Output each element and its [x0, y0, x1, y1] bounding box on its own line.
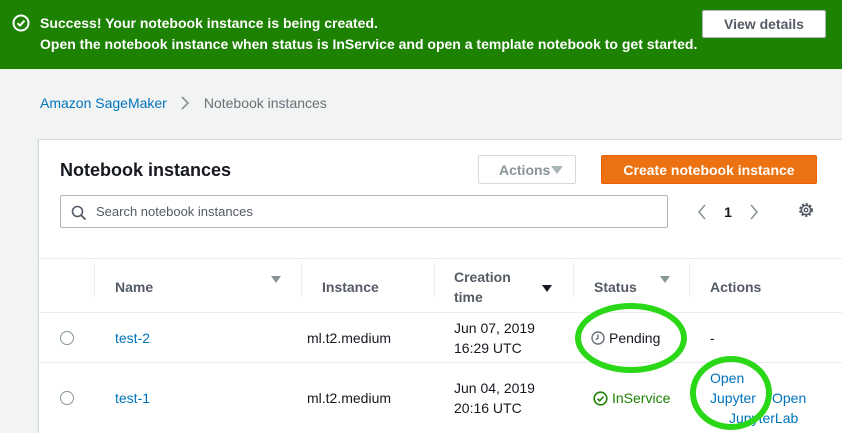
status-badge: Pending [591, 328, 660, 348]
breadcrumb-current: Notebook instances [203, 95, 327, 111]
gear-icon[interactable] [797, 201, 815, 219]
instance-name-link[interactable]: test-2 [115, 328, 150, 348]
open-jupyterlab-link-line2[interactable]: JupyterLab [729, 408, 798, 428]
instance-name-link[interactable]: test-1 [115, 388, 150, 408]
creation-date: Jun 04, 2019 [454, 380, 535, 396]
pagination: 1 [693, 198, 773, 226]
previous-page-icon[interactable] [693, 203, 711, 221]
view-details-button[interactable]: View details [702, 10, 826, 38]
search-box [60, 195, 668, 228]
breadcrumb: Amazon SageMaker Notebook instances [40, 95, 327, 111]
instance-type: ml.t2.medium [307, 390, 392, 406]
column-divider [94, 263, 95, 297]
column-header-name-label: Name [115, 278, 154, 295]
column-header-name[interactable]: Name [115, 259, 153, 314]
column-header-status[interactable]: Status [594, 259, 637, 314]
status-text: Pending [609, 330, 661, 346]
column-divider [301, 263, 302, 297]
success-flash-banner: Success! Your notebook instance is being… [0, 0, 842, 69]
create-notebook-instance-button[interactable]: Create notebook instance [601, 155, 817, 184]
status-text: InService [612, 390, 671, 406]
row-select-radio[interactable] [60, 391, 74, 405]
check-circle-icon [593, 390, 608, 406]
page-title: Notebook instances [60, 160, 232, 180]
open-jupyter-link-line2[interactable]: Jupyter [710, 388, 756, 408]
table-header: Name Instance Creation time Status Actio… [39, 258, 842, 313]
creation-time: 16:29 UTC [454, 340, 522, 356]
creation-date: Jun 07, 2019 [454, 320, 535, 336]
search-icon [71, 205, 87, 221]
check-circle-icon [12, 14, 30, 32]
search-input[interactable] [96, 196, 656, 227]
sort-down-icon[interactable] [660, 276, 670, 283]
flash-message: Open the notebook instance when status i… [40, 36, 698, 52]
clock-icon [591, 331, 605, 345]
instance-type: ml.t2.medium [307, 330, 392, 346]
next-page-icon[interactable] [745, 203, 763, 221]
breadcrumb-sagemaker-link[interactable]: Amazon SageMaker [40, 95, 167, 111]
actions-dropdown-button[interactable]: Actions [478, 155, 576, 184]
table-row: test-1 ml.t2.medium Jun 04, 2019 20:16 U… [39, 363, 842, 433]
open-jupyterlab-link-line1[interactable]: Open [772, 388, 806, 408]
column-header-instance: Instance [322, 259, 379, 314]
open-jupyter-link-line1[interactable]: Open [710, 368, 744, 388]
notebook-instances-panel: Notebook instances Actions Create notebo… [38, 139, 842, 433]
sort-descending-icon[interactable] [542, 285, 552, 292]
column-header-status-label: Status [594, 278, 637, 295]
row-action-placeholder: - [710, 330, 715, 346]
column-divider [434, 263, 435, 297]
column-header-actions: Actions [710, 259, 761, 314]
chevron-right-icon [173, 95, 197, 111]
creation-time: 20:16 UTC [454, 400, 522, 416]
column-header-creation-line2: time [454, 288, 483, 305]
column-header-creation-time[interactable]: Creation time [454, 259, 511, 314]
column-header-creation-line1: Creation [454, 268, 511, 285]
sort-down-icon[interactable] [271, 276, 281, 283]
column-divider [689, 263, 690, 297]
actions-button-label: Actions [499, 161, 551, 178]
current-page-number[interactable]: 1 [711, 204, 745, 220]
column-header-actions-label: Actions [710, 278, 762, 295]
column-divider [573, 263, 574, 297]
status-badge: InService [593, 388, 670, 408]
table-row: test-2 ml.t2.medium Jun 07, 2019 16:29 U… [39, 313, 842, 363]
column-header-instance-label: Instance [322, 278, 379, 295]
flash-title: Success! Your notebook instance is being… [40, 15, 378, 31]
caret-down-icon [551, 166, 563, 174]
row-select-radio[interactable] [60, 331, 74, 345]
